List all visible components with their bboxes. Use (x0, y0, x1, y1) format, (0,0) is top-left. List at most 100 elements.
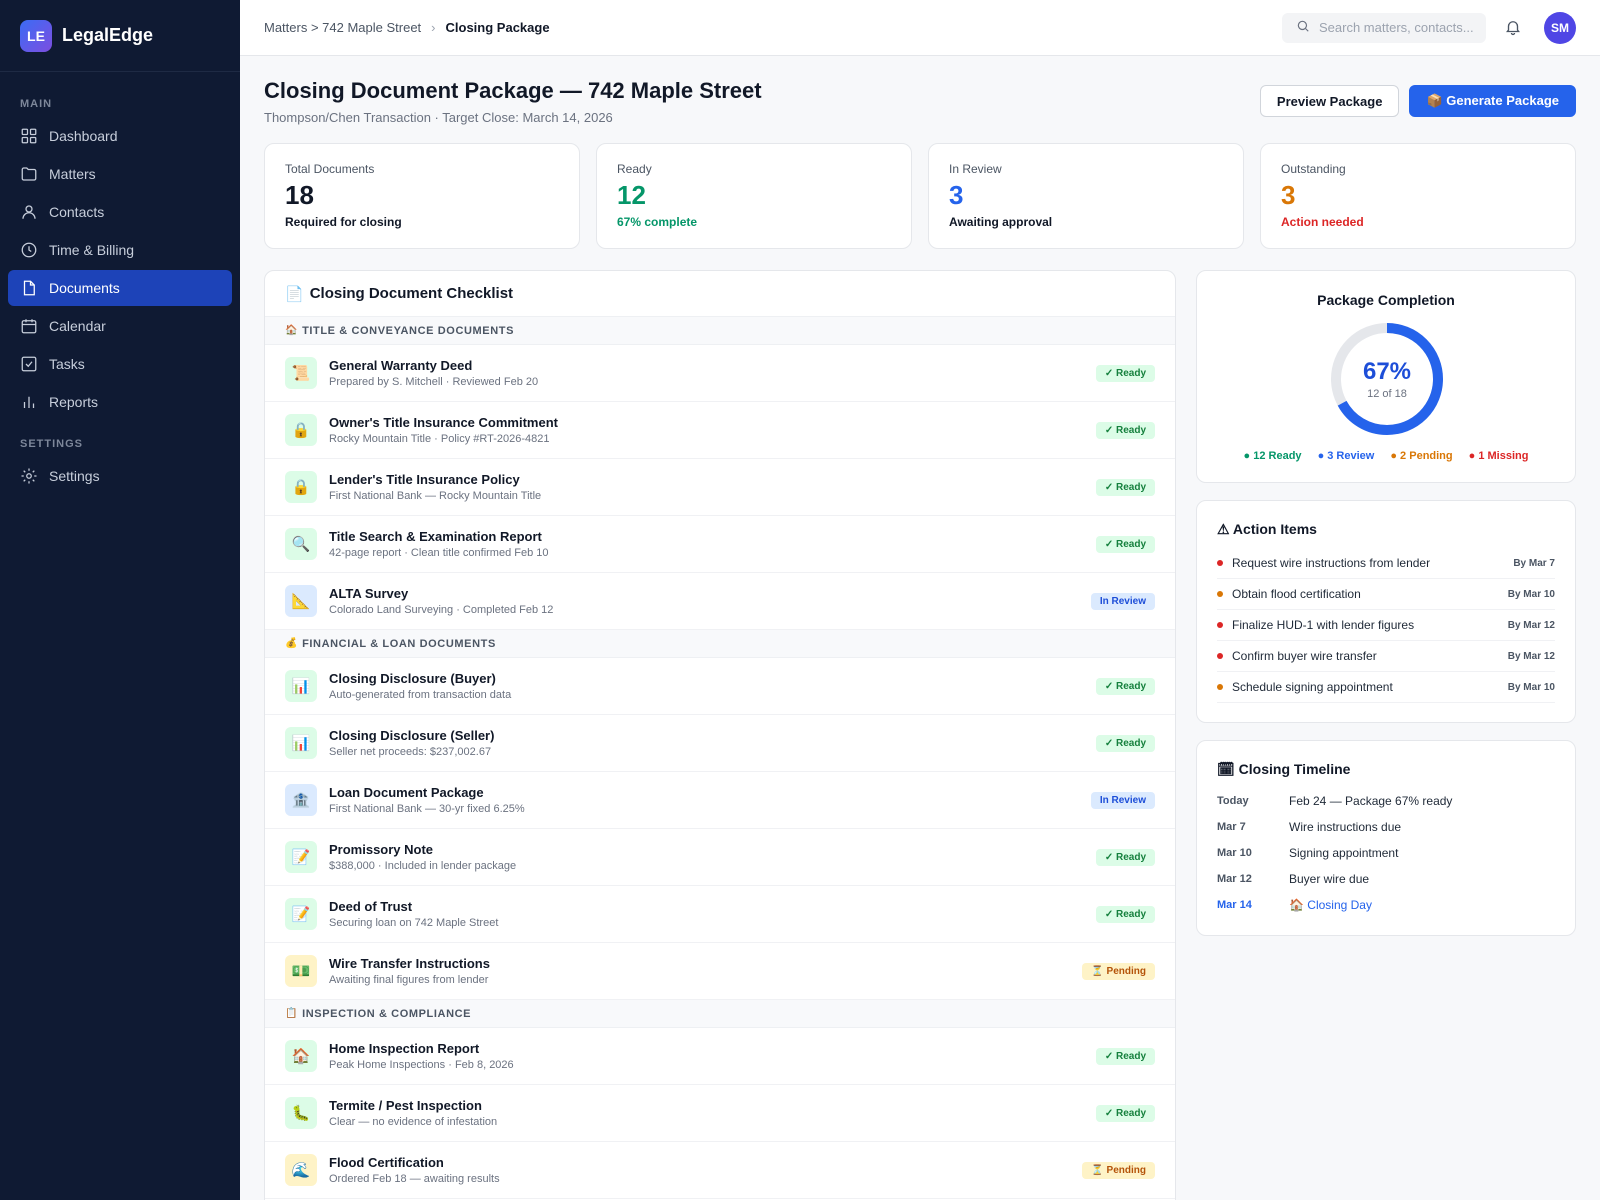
action-text: Schedule signing appointment (1232, 680, 1393, 694)
document-type-icon: 🌊 (285, 1154, 317, 1186)
document-info: ALTA Survey Colorado Land Surveying · Com… (329, 586, 553, 616)
completion-count: 12 of 18 (1367, 388, 1407, 400)
section-icon: 💰 (285, 638, 299, 649)
document-row[interactable]: 📐 ALTA Survey Colorado Land Surveying · Co… (265, 573, 1175, 630)
action-item[interactable]: Obtain flood certification By Mar 10 (1217, 579, 1555, 610)
topbar: Matters > 742 Maple Street › Closing Pac… (240, 0, 1600, 56)
document-row[interactable]: 🌊 Flood Certification Ordered Feb 18 — awa… (265, 1142, 1175, 1199)
sidebar-item-label: Time & Billing (49, 242, 135, 258)
stat-card: In Review 3 Awaiting approval (928, 143, 1244, 249)
document-name: Home Inspection Report (329, 1041, 480, 1056)
stat-note: 67% complete (617, 215, 698, 229)
document-info: Owner's Title Insurance Commitment Rocky … (329, 415, 558, 445)
sidebar-item-reports[interactable]: Reports (8, 384, 232, 420)
document-row[interactable]: 🔒 Lender's Title Insurance Policy First Na… (265, 459, 1175, 516)
stat-value: 18 (285, 180, 314, 210)
document-meta: Prepared by S. Mitchell · Reviewed Feb 2… (329, 376, 539, 388)
action-text: Obtain flood certification (1232, 587, 1361, 601)
legend-item: ● 1 Missing (1468, 450, 1529, 462)
action-due: By Mar 10 (1507, 681, 1555, 693)
document-meta: 42-page report · Clean title confirmed F… (329, 547, 549, 559)
checklist-section-header: 🏠 TITLE & CONVEYANCE DOCUMENTS (265, 317, 1175, 345)
document-icon: 📄 (285, 285, 304, 303)
document-row[interactable]: 💵 Wire Transfer Instructions Awaiting fina… (265, 943, 1175, 1000)
breadcrumb-parent[interactable]: Matters > 742 Maple Street (264, 20, 421, 35)
stat-label: Ready (617, 162, 652, 176)
stat-note: Awaiting approval (949, 215, 1053, 229)
document-row[interactable]: 🐛 Termite / Pest Inspection Clear — no evi… (265, 1085, 1175, 1142)
action-due: By Mar 12 (1507, 619, 1555, 631)
document-meta: Awaiting final figures from lender (329, 974, 489, 986)
document-info: Lender's Title Insurance Policy First Nat… (329, 472, 541, 502)
sidebar-item-time-billing[interactable]: Time & Billing (8, 232, 232, 268)
document-name: Promissory Note (329, 842, 434, 857)
sidebar-item-tasks[interactable]: Tasks (8, 346, 232, 382)
sidebar-item-matters[interactable]: Matters (8, 156, 232, 192)
status-badge: ✓ Ready (1095, 677, 1155, 695)
sidebar-item-dashboard[interactable]: Dashboard (8, 118, 232, 154)
action-due: By Mar 10 (1507, 588, 1555, 600)
timeline-row: Today Feb 24 — Package 67% ready (1217, 788, 1555, 814)
action-item[interactable]: Finalize HUD-1 with lender figures By Mar… (1217, 610, 1555, 641)
action-items-card: ⚠ Action Items Request wire instructions… (1196, 500, 1576, 723)
timeline-event: Feb 24 — Package 67% ready (1289, 794, 1453, 808)
brand-name: LegalEdge (62, 25, 154, 45)
breadcrumb: Matters > 742 Maple Street › Closing Pac… (264, 20, 550, 35)
nav-section-main: MAIN (20, 98, 53, 110)
stats-row: Total Documents 18 Required for closing Rea… (264, 143, 1576, 249)
action-item[interactable]: Confirm buyer wire transfer By Mar 12 (1217, 641, 1555, 672)
stat-note: Required for closing (285, 215, 402, 229)
header-actions: Preview Package 📦 Generate Package (1259, 85, 1576, 117)
document-row[interactable]: 🔍 Title Search & Examination Report 42-pag… (265, 516, 1175, 573)
stat-value: 3 (949, 180, 964, 210)
document-name: Wire Transfer Instructions (329, 956, 490, 971)
search-input[interactable]: Search matters, contacts... (1282, 12, 1486, 43)
document-row[interactable]: 🔒 Owner's Title Insurance Commitment Rocky… (265, 402, 1175, 459)
document-name: Owner's Title Insurance Commitment (329, 415, 558, 430)
sidebar-item-label: Tasks (49, 356, 85, 372)
avatar[interactable]: SM (1544, 11, 1576, 44)
status-badge: In Review (1090, 791, 1155, 809)
document-row[interactable]: 📝 Promissory Note $388,000 · Included in l… (265, 829, 1175, 886)
document-row[interactable]: 📊 Closing Disclosure (Buyer) Auto-generate… (265, 658, 1175, 715)
document-row[interactable]: 🏠 Home Inspection Report Peak Home Inspect… (265, 1028, 1175, 1085)
document-row[interactable]: 📊 Closing Disclosure (Seller) Seller net p… (265, 715, 1175, 772)
sidebar-item-documents[interactable]: Documents (8, 270, 232, 306)
folder-icon (21, 167, 37, 181)
sidebar-item-label: Documents (49, 280, 120, 296)
document-row[interactable]: 🏦 Loan Document Package First National Ban… (265, 772, 1175, 829)
nav-section-settings: SETTINGS (20, 438, 84, 450)
action-item[interactable]: Schedule signing appointment By Mar 10 (1217, 672, 1555, 703)
document-meta: Seller net proceeds: $237,002.67 (329, 746, 492, 758)
document-meta: Rocky Mountain Title · Policy #RT-2026-4… (329, 433, 550, 445)
section-icon: 📋 (285, 1008, 299, 1019)
preview-package-button[interactable]: Preview Package (1259, 85, 1400, 117)
sidebar-item-contacts[interactable]: Contacts (8, 194, 232, 230)
priority-dot (1217, 684, 1223, 690)
status-badge: In Review (1090, 592, 1155, 610)
sidebar: LE LegalEdge MAIN Dashboard Matters Contac… (0, 0, 240, 1200)
page-header: Closing Document Package — 742 Maple Str… (264, 78, 1576, 125)
action-item[interactable]: Request wire instructions from lender By … (1217, 548, 1555, 579)
document-info: Flood Certification Ordered Feb 18 — awai… (329, 1155, 500, 1185)
document-type-icon: 📊 (285, 670, 317, 702)
sidebar-item-settings[interactable]: Settings (8, 458, 232, 494)
stat-card: Outstanding 3 Action needed (1260, 143, 1576, 249)
bell-icon[interactable] (1504, 18, 1524, 38)
sidebar-item-label: Dashboard (49, 128, 118, 144)
document-meta: Clear — no evidence of infestation (329, 1116, 498, 1128)
sidebar-item-calendar[interactable]: Calendar (8, 308, 232, 344)
timeline-event[interactable]: 🏠 Closing Day (1289, 898, 1372, 912)
status-badge: ✓ Ready (1095, 848, 1155, 866)
status-badge: ✓ Ready (1095, 535, 1155, 553)
closing-timeline-card: 🗓 Closing Timeline Today Feb 24 — Package… (1196, 740, 1576, 936)
brand[interactable]: LE LegalEdge (0, 0, 240, 72)
document-row[interactable]: 📜 General Warranty Deed Prepared by S. Mit… (265, 345, 1175, 402)
action-text: Confirm buyer wire transfer (1232, 649, 1377, 663)
generate-package-button[interactable]: 📦 Generate Package (1409, 85, 1576, 117)
document-info: Title Search & Examination Report 42-page… (329, 529, 549, 559)
nav-settings: Settings (0, 458, 240, 494)
checklist-header: 📄 Closing Document Checklist (265, 271, 1175, 317)
timeline-row: Mar 12 Buyer wire due (1217, 866, 1555, 892)
document-row[interactable]: 📝 Deed of Trust Securing loan on 742 Maple… (265, 886, 1175, 943)
